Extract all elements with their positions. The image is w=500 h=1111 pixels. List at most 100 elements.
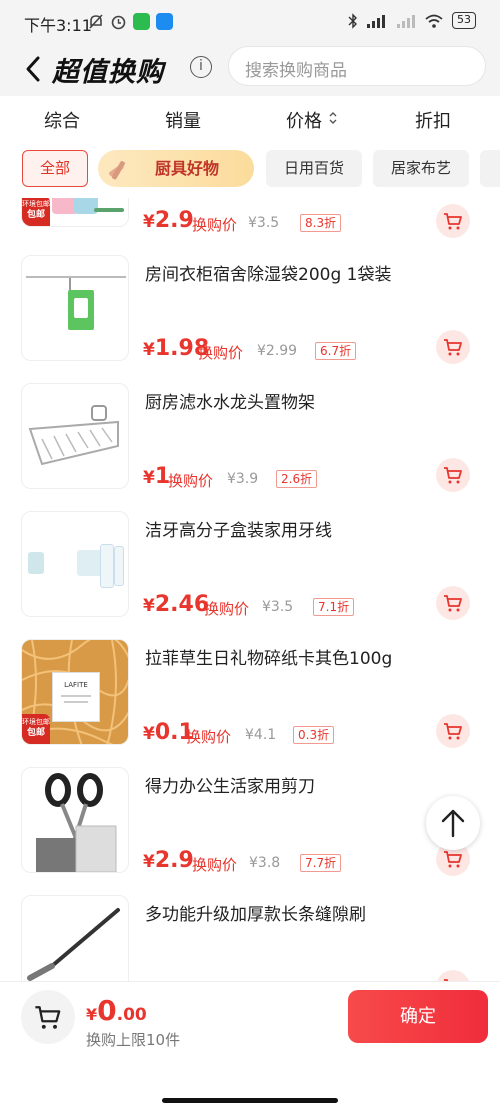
total-price: ¥0.00: [86, 994, 147, 1027]
page-header: 超值换购 i 搜索换购商品: [0, 44, 500, 96]
cart-icon: [444, 723, 462, 740]
product-name: 洁牙高分子盒装家用牙线: [145, 521, 332, 541]
add-to-cart-button[interactable]: [436, 204, 470, 238]
original-price: ¥4.1: [245, 727, 277, 743]
add-to-cart-button[interactable]: [436, 970, 470, 981]
search-input[interactable]: 搜索换购商品: [228, 46, 486, 86]
home-indicator: [162, 1098, 338, 1103]
product-name: 多功能升级加厚款长条缝隙刷: [145, 905, 366, 925]
product-price: ¥2.9: [143, 848, 194, 873]
product-price: ¥2.46: [143, 592, 210, 617]
alarm-icon: [111, 15, 126, 30]
product-name: 得力办公生活家用剪刀: [145, 777, 315, 797]
chip-kitchen[interactable]: 厨具好物: [98, 150, 254, 187]
sort-bar: 综合 销量 价格 折扣: [0, 96, 500, 142]
discount-badge: 2.6折: [276, 470, 318, 488]
add-to-cart-button[interactable]: [436, 586, 470, 620]
chip-all[interactable]: 全部: [22, 150, 88, 187]
product-name: 拉菲草生日礼物碎纸卡其色100g: [145, 649, 393, 669]
cart-icon: [444, 339, 462, 356]
product-item[interactable]: 得力办公生活家用剪刀 ¥2.9 换购价 ¥3.8 7.7折: [0, 754, 500, 882]
status-app-icons: [88, 13, 173, 30]
product-thumb: [21, 511, 129, 617]
status-bar: 下午3:11 53: [0, 0, 500, 44]
add-to-cart-button[interactable]: [436, 330, 470, 364]
product-thumb: [21, 895, 129, 981]
discount-badge: 0.3折: [293, 726, 335, 744]
signal-weak-icon: [397, 14, 415, 28]
back-to-top-button[interactable]: [426, 796, 480, 850]
cart-icon: [35, 1006, 61, 1029]
mute-bell-icon: [89, 14, 103, 29]
status-time: 下午3:11: [24, 16, 92, 35]
product-price: ¥1: [143, 464, 171, 489]
original-price: ¥3.5: [248, 215, 280, 231]
product-item[interactable]: LAFITE 环境包邮 包邮 拉菲草生日礼物碎纸卡其色100g ¥0.1 换购价 …: [0, 626, 500, 754]
status-system-icons: 53: [348, 12, 476, 29]
cart-icon: [444, 213, 462, 230]
product-list: 环境包邮 包邮 ¥2.9 换购价 ¥3.5 8.3折 房间衣柜宿舍除湿袋200g …: [0, 198, 500, 981]
bottom-bar: ¥0.00 换购上限10件 确定: [0, 981, 500, 1111]
exchange-price-label: 换购价: [204, 600, 250, 618]
product-price: ¥2.9: [143, 208, 194, 233]
product-item[interactable]: 厨房滤水水龙头置物架 ¥1 换购价 ¥3.9 2.6折: [0, 370, 500, 498]
signal-icon: [367, 14, 385, 28]
sort-toggle-icon: [329, 112, 337, 124]
confirm-button[interactable]: 确定: [348, 990, 488, 1043]
info-icon[interactable]: i: [190, 56, 212, 78]
chip-home-textiles[interactable]: 居家布艺: [373, 150, 469, 187]
cart-icon: [444, 467, 462, 484]
product-thumb: 环境包邮 包邮: [21, 198, 129, 227]
exchange-price-label: 换购价: [168, 472, 214, 490]
sort-tab-price[interactable]: 价格: [286, 107, 322, 133]
category-chips: 全部 厨具好物 日用百货 居家布艺: [0, 142, 500, 198]
original-price: ¥3.8: [249, 855, 281, 871]
discount-badge: 7.7折: [300, 854, 342, 872]
chip-kitchen-label: 厨具好物: [154, 159, 219, 178]
product-name: 厨房滤水水龙头置物架: [145, 393, 315, 413]
sort-tab-discount[interactable]: 折扣: [415, 107, 451, 133]
product-thumb: [21, 383, 129, 489]
product-item[interactable]: 洁牙高分子盒装家用牙线 ¥2.46 换购价 ¥3.5 7.1折: [0, 498, 500, 626]
free-shipping-tag: 环境包邮 包邮: [22, 714, 50, 744]
original-price: ¥3.5: [262, 599, 294, 615]
original-price: ¥3.9: [227, 471, 259, 487]
product-name: 房间衣柜宿舍除湿袋200g 1袋装: [145, 265, 392, 285]
sink-rack-image: [28, 405, 119, 466]
add-to-cart-button[interactable]: [436, 714, 470, 748]
discount-badge: 8.3折: [300, 214, 342, 232]
original-price: ¥2.99: [257, 343, 298, 359]
brush-image: [27, 908, 120, 981]
add-to-cart-button[interactable]: [436, 458, 470, 492]
wifi-icon: [425, 14, 443, 28]
app-notification-icon: [156, 13, 173, 30]
wechat-icon: [133, 13, 150, 30]
chip-more[interactable]: [480, 150, 500, 187]
product-thumb: [21, 767, 129, 873]
chip-daily-goods[interactable]: 日用百货: [266, 150, 362, 187]
product-item[interactable]: 多功能升级加厚款长条缝隙刷: [0, 882, 500, 981]
discount-badge: 7.1折: [313, 598, 355, 616]
product-thumb: LAFITE 环境包邮 包邮: [21, 639, 129, 745]
back-arrow-icon[interactable]: [20, 52, 48, 86]
bluetooth-icon: [348, 12, 357, 29]
sort-tab-comprehensive[interactable]: 综合: [44, 107, 80, 133]
free-shipping-tag: 环境包邮 包邮: [22, 198, 50, 226]
product-item[interactable]: 房间衣柜宿舍除湿袋200g 1袋装 ¥1.98 换购价 ¥2.99 6.7折: [0, 242, 500, 370]
cart-icon: [444, 851, 462, 868]
product-item[interactable]: 环境包邮 包邮 ¥2.9 换购价 ¥3.5 8.3折: [0, 198, 500, 238]
arrow-up-icon: [441, 809, 465, 838]
search-placeholder: 搜索换购商品: [245, 61, 347, 81]
exchange-price-label: 换购价: [198, 344, 244, 362]
cart-button[interactable]: [21, 990, 75, 1044]
exchange-limit-text: 换购上限10件: [86, 1031, 181, 1049]
sort-tab-sales[interactable]: 销量: [165, 107, 201, 133]
battery-indicator: 53: [452, 12, 476, 29]
page-title: 超值换购: [52, 57, 164, 88]
kitchen-utensils-icon: [109, 161, 125, 180]
exchange-price-label: 换购价: [192, 856, 238, 874]
discount-badge: 6.7折: [315, 342, 357, 360]
product-thumb: [21, 255, 129, 361]
exchange-price-label: 换购价: [186, 728, 232, 746]
cart-icon: [444, 595, 462, 612]
